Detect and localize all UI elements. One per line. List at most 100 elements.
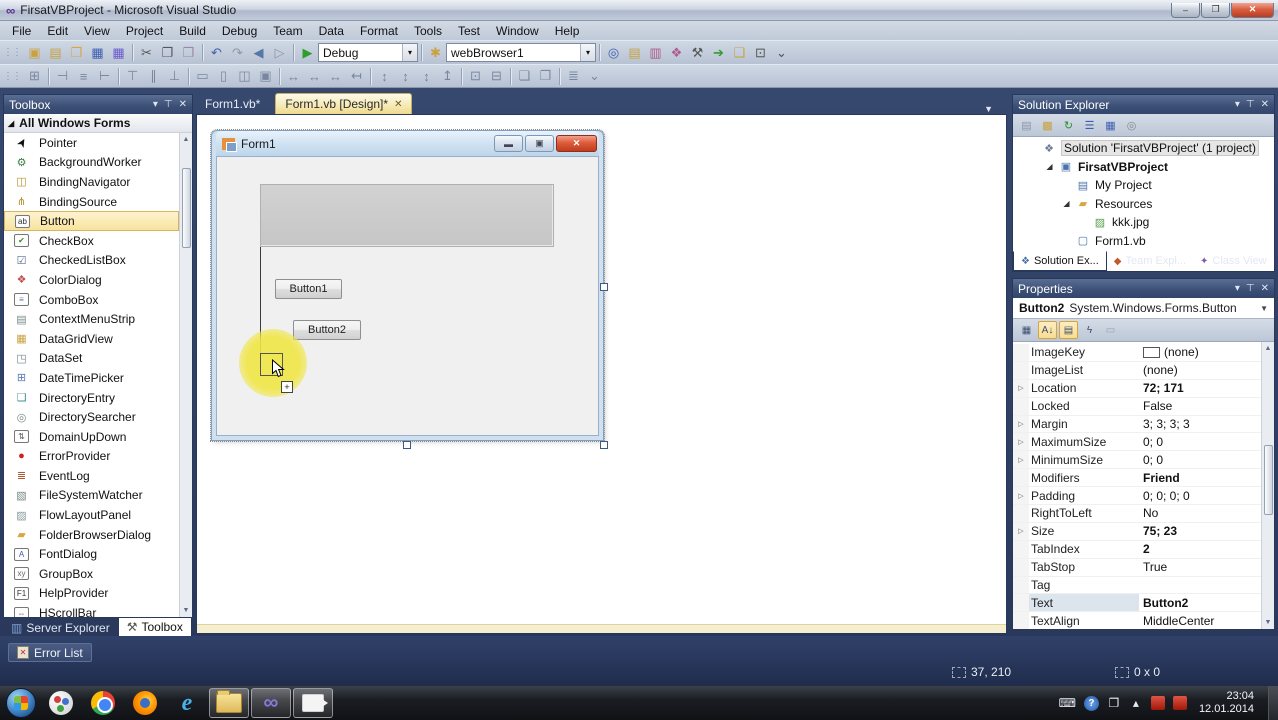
property-row[interactable]: ▷ MinimumSize 0; 0 [1013,451,1261,470]
expander-icon[interactable]: ▷ [1013,451,1029,469]
menu-item[interactable]: Edit [39,22,76,40]
menu-item[interactable]: Team [265,22,310,40]
chevron-down-icon[interactable]: ▾ [580,44,595,61]
save-all-icon[interactable]: ▦ [108,43,129,63]
property-row[interactable]: Modifiers Friend [1013,469,1261,488]
resize-handle-bottom[interactable] [403,441,411,449]
new-project-icon[interactable]: ▣ [24,43,45,63]
help-tray-icon[interactable]: ? [1083,695,1099,711]
menu-item[interactable]: Test [450,22,488,40]
toolbox-scrollbar[interactable]: ▲ ▼ [179,133,192,617]
property-row[interactable]: ImageList (none) [1013,361,1261,380]
copy-icon[interactable]: ❐ [157,43,178,63]
cut-icon[interactable]: ✂ [136,43,157,63]
close-icon[interactable]: ✕ [1261,283,1269,294]
expander-icon[interactable] [1013,344,1029,361]
scroll-down-icon[interactable]: ▼ [183,604,190,617]
property-value[interactable]: Button2 [1139,596,1261,610]
toolbar-overflow-icon[interactable]: ⌄ [771,43,792,63]
property-value[interactable]: 0; 0 [1139,435,1261,449]
add-new-item-icon[interactable]: ▤ [45,43,66,63]
new-web-icon[interactable]: ❖ [666,43,687,63]
alphabetical-icon[interactable]: A↓ [1038,321,1057,339]
expander-icon[interactable]: ▷ [1013,433,1029,451]
toolbox-item[interactable]: ⋔ BindingSource [4,192,179,212]
menu-item[interactable]: Format [352,22,406,40]
toolbox-item[interactable]: ≣ EventLog [4,466,179,486]
paste-icon[interactable]: ❒ [178,43,199,63]
property-row[interactable]: ▷ Location 72; 171 [1013,379,1261,398]
expander-icon[interactable]: ▷ [1013,487,1029,505]
scroll-down-icon[interactable]: ▼ [1265,616,1272,629]
close-button[interactable]: ✕ [1231,2,1274,18]
toolbar-grip[interactable]: ⋮⋮ [0,47,24,58]
expander-icon[interactable] [1013,558,1029,576]
start-button[interactable] [6,688,36,718]
ie-taskbar-icon[interactable]: e [167,688,207,718]
expander-icon[interactable] [1013,540,1029,558]
property-row[interactable]: ImageKey (none) [1013,344,1261,362]
expander-icon[interactable] [1013,361,1029,379]
toolbox-item[interactable]: ▧ FileSystemWatcher [4,486,179,506]
refresh-icon[interactable]: ↻ [1059,116,1078,134]
toolbox-item[interactable]: ▦ DataGridView [4,329,179,349]
start-page-icon[interactable]: ➔ [708,43,729,63]
undo-icon[interactable]: ↶ [206,43,227,63]
property-row[interactable]: TabIndex 2 [1013,540,1261,559]
customize-tools-icon[interactable]: ⚒ [687,43,708,63]
menu-item[interactable]: View [76,22,118,40]
horizontal-scroll-strip[interactable] [197,624,1006,633]
menu-item[interactable]: Tools [406,22,450,40]
chrome-taskbar-icon[interactable] [83,688,123,718]
scrollbar-thumb[interactable] [181,168,191,248]
navigate-forward-icon[interactable]: ▷ [269,43,290,63]
toolbox-item[interactable]: ≡ ComboBox [4,290,179,310]
recorder-taskbar-icon[interactable] [293,688,333,718]
show-all-files-icon[interactable]: ▩ [1038,116,1057,134]
chevron-down-icon[interactable]: ▼ [1256,304,1272,313]
expander-icon[interactable] [1013,594,1029,612]
tree-row[interactable]: ▨ kkk.jpg [1013,213,1274,232]
toolbox-item[interactable]: ⇅ DomainUpDown [4,427,179,447]
properties-scrollbar[interactable]: ▲ ▼ [1261,342,1274,629]
toolbox-item[interactable]: ⚙ BackgroundWorker [4,153,179,173]
form-close-button[interactable]: ✕ [556,135,597,152]
toolbox-item[interactable]: ◎ DirectorySearcher [4,407,179,427]
save-icon[interactable]: ▦ [87,43,108,63]
property-pages-icon[interactable]: ▭ [1101,321,1120,339]
form-minimize-button[interactable]: ▬ [494,135,523,152]
form-designer[interactable]: Form1 ▬ ▣ ✕ Button1 Button2 + [210,129,605,442]
property-value[interactable]: 0; 0 [1139,453,1261,467]
form-client-area[interactable]: Button1 Button2 + [216,156,599,436]
show-hidden-icons[interactable]: ▴ [1129,696,1143,710]
view-class-diagram-icon[interactable]: ◎ [1122,116,1141,134]
property-row[interactable]: Locked False [1013,397,1261,416]
toolbox-item[interactable]: ab Button [4,211,179,231]
document-tab[interactable]: Form1.vb [Design]* ✕ [275,93,413,114]
property-row[interactable]: Tag [1013,576,1261,595]
menu-item[interactable]: Project [118,22,171,40]
toolbox-item[interactable]: ◳ DataSet [4,349,179,369]
find-symbol-icon[interactable]: ✱ [425,43,446,63]
expander-icon[interactable]: ▷ [1013,522,1029,540]
resize-handle-corner[interactable] [600,441,608,449]
view-code-icon[interactable]: ☰ [1080,116,1099,134]
toolbox-item[interactable]: ❖ ColorDialog [4,270,179,290]
property-value[interactable]: False [1139,399,1261,413]
property-value[interactable]: 0; 0; 0; 0 [1139,489,1261,503]
window-position-icon[interactable]: ▾ [1235,283,1240,294]
explorer-taskbar-icon[interactable] [209,688,249,718]
menu-item[interactable]: Data [311,22,352,40]
property-value[interactable]: 3; 3; 3; 3 [1139,417,1261,431]
auto-hide-pin-icon[interactable]: ⊤ [1246,99,1255,110]
property-value[interactable]: 2 [1139,542,1261,556]
debug-configuration-combo[interactable]: Debug ▾ [318,43,418,62]
categorized-icon[interactable]: ▦ [1017,321,1036,339]
toolbox-item[interactable]: ⊞ DateTimePicker [4,368,179,388]
property-value[interactable]: Friend [1139,471,1261,485]
toolbar-grip[interactable]: ⋮⋮ [0,71,24,82]
form-maximize-button[interactable]: ▣ [525,135,554,152]
toolbox-item[interactable]: ❏ DirectoryEntry [4,388,179,408]
window-position-icon[interactable]: ▾ [1235,99,1240,110]
toolbox-item[interactable]: ➤ Pointer [4,133,179,153]
